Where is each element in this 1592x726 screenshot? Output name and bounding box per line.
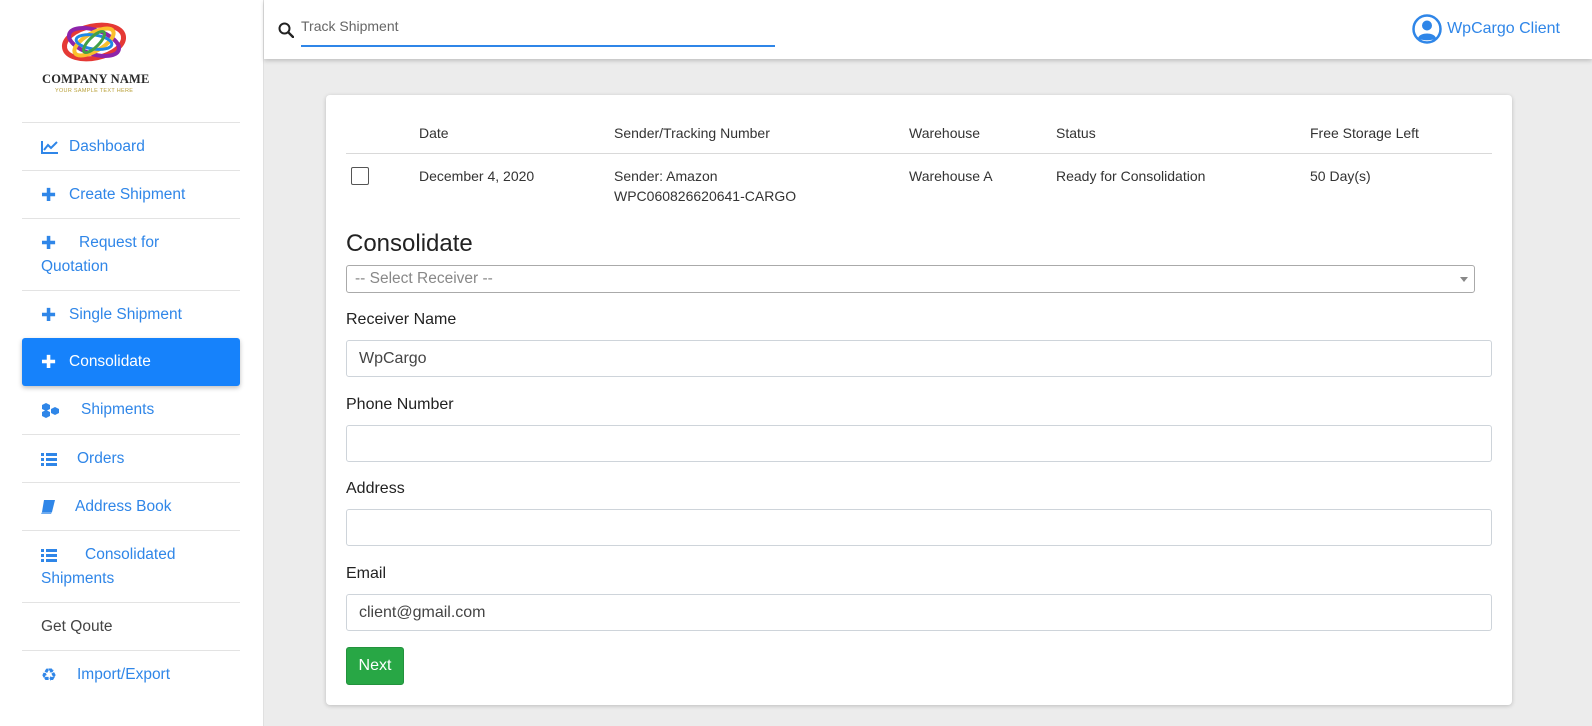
plus-icon: ✚ — [41, 185, 57, 205]
sidebar-item-address-book[interactable]: Address Book — [22, 482, 240, 530]
sidebar-item-label: Create Shipment — [69, 186, 186, 203]
receiver-name-input[interactable] — [346, 340, 1492, 377]
receiver-select[interactable]: -- Select Receiver -- — [346, 265, 1475, 293]
table-header: Date Sender/Tracking Number Warehouse St… — [346, 117, 1492, 154]
logo-swirl-icon — [61, 22, 127, 62]
section-title: Consolidate — [346, 230, 473, 257]
next-button[interactable]: Next — [346, 647, 404, 685]
column-header-storage: Free Storage Left — [1310, 125, 1419, 141]
sidebar-item-request-quotation[interactable]: ✚ Request for Quotation — [22, 218, 240, 290]
cell-storage-left: 50 Day(s) — [1310, 168, 1371, 184]
list-icon — [41, 447, 59, 471]
recycle-icon: ♻ — [41, 665, 58, 685]
list-icon — [41, 543, 59, 567]
sidebar: COMPANY NAME YOUR SAMPLE TEXT HERE Dashb… — [0, 0, 264, 726]
sidebar-item-label: Consolidated Shipments — [41, 546, 176, 587]
table-row: December 4, 2020 Sender: Amazon WPC06082… — [346, 154, 1492, 210]
plus-icon: ✚ — [41, 352, 57, 372]
sidebar-item-single-shipment[interactable]: ✚ Single Shipment — [22, 290, 240, 338]
phone-number-input[interactable] — [346, 425, 1492, 462]
receiver-select-value: -- Select Receiver -- — [355, 270, 493, 287]
dropdown-arrow-icon — [1460, 277, 1468, 282]
consolidate-card: Date Sender/Tracking Number Warehouse St… — [326, 95, 1512, 705]
search-icon — [278, 22, 294, 38]
sidebar-item-create-shipment[interactable]: ✚ Create Shipment — [22, 170, 240, 218]
address-label: Address — [346, 480, 405, 497]
cell-warehouse: Warehouse A — [909, 168, 993, 184]
sidebar-item-label: Import/Export — [77, 666, 171, 683]
sidebar-item-import-export[interactable]: ♻ Import/Export — [22, 650, 240, 698]
book-icon — [41, 495, 59, 519]
cell-status: Ready for Consolidation — [1056, 168, 1206, 184]
cell-sender: Sender: Amazon — [614, 168, 718, 184]
user-name: WpCargo Client — [1447, 20, 1560, 37]
email-input[interactable] — [346, 594, 1492, 631]
column-header-status: Status — [1056, 125, 1096, 141]
sidebar-item-get-quote[interactable]: Get Qoute — [22, 602, 240, 650]
sidebar-item-dashboard[interactable]: Dashboard — [22, 122, 240, 170]
sidebar-item-orders[interactable]: Orders — [22, 434, 240, 482]
sidebar-item-label: Shipments — [81, 401, 155, 418]
user-menu[interactable]: WpCargo Client — [1412, 14, 1560, 44]
sidebar-item-consolidate[interactable]: ✚ Consolidate — [22, 338, 240, 386]
sidebar-item-label: Consolidate — [69, 353, 151, 370]
row-select-checkbox[interactable] — [351, 167, 369, 185]
sidebar-item-label: Address Book — [75, 498, 172, 515]
phone-number-label: Phone Number — [346, 396, 454, 413]
company-tagline: YOUR SAMPLE TEXT HERE — [55, 88, 134, 94]
sidebar-nav: Dashboard ✚ Create Shipment ✚ Request for… — [22, 122, 240, 698]
top-bar: WpCargo Client — [264, 0, 1592, 59]
receiver-name-label: Receiver Name — [346, 311, 457, 328]
column-header-date: Date — [419, 125, 449, 141]
cell-date: December 4, 2020 — [419, 168, 535, 184]
address-input[interactable] — [346, 509, 1492, 546]
sidebar-item-shipments[interactable]: Shipments — [22, 386, 240, 434]
email-label: Email — [346, 565, 387, 582]
track-shipment-input[interactable] — [301, 14, 775, 47]
column-header-warehouse: Warehouse — [909, 125, 981, 141]
company-logo: COMPANY NAME YOUR SAMPLE TEXT HERE — [0, 0, 263, 122]
sidebar-item-label: Dashboard — [69, 138, 145, 155]
cubes-icon — [41, 398, 63, 422]
sidebar-item-consolidated-shipments[interactable]: Consolidated Shipments — [22, 530, 240, 602]
cell-sender-tracking: Sender: Amazon WPC060826620641-CARGO — [614, 166, 796, 206]
plus-icon: ✚ — [41, 233, 57, 253]
sidebar-item-label: Single Shipment — [69, 306, 182, 323]
column-header-sender: Sender/Tracking Number — [614, 125, 770, 141]
chart-line-icon — [41, 135, 59, 159]
plus-icon: ✚ — [41, 305, 57, 325]
cell-tracking-number: WPC060826620641-CARGO — [614, 188, 797, 204]
sidebar-item-label: Get Qoute — [41, 618, 113, 635]
user-avatar-icon — [1412, 14, 1442, 44]
company-name: COMPANY NAME — [42, 72, 150, 86]
shipments-table: Date Sender/Tracking Number Warehouse St… — [346, 117, 1492, 210]
sidebar-item-label: Orders — [77, 450, 125, 467]
